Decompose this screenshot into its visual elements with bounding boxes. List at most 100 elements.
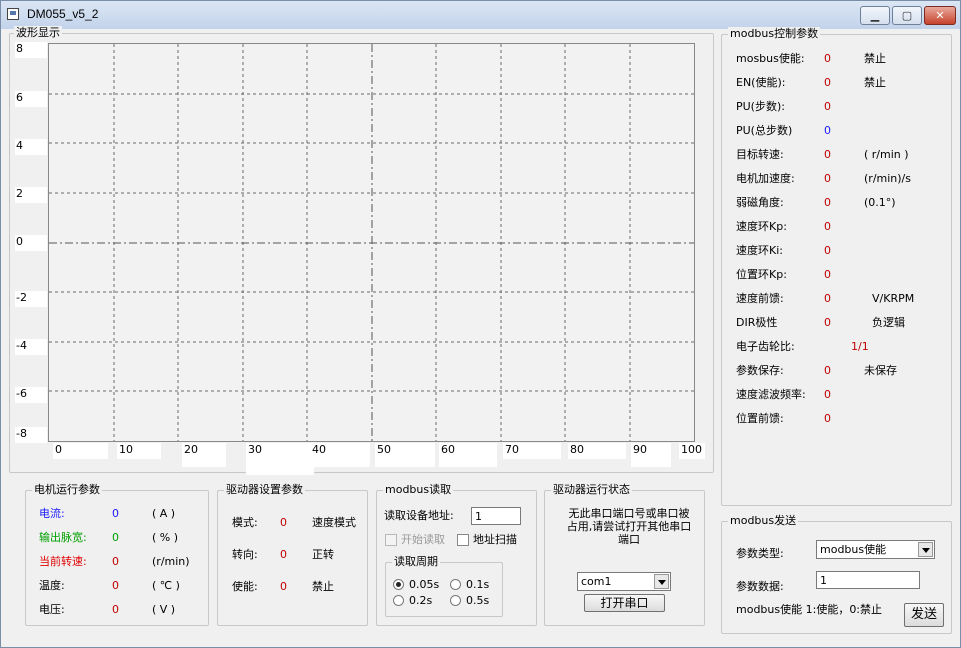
- param-label: DIR极性: [736, 316, 778, 329]
- param-unit: ( r/min ): [864, 148, 909, 161]
- param-value: 0: [824, 244, 831, 257]
- param-type-value: modbus使能: [820, 543, 887, 556]
- period-label: 0.5s: [466, 594, 490, 607]
- open-port-button[interactable]: 打开串口: [584, 594, 665, 612]
- param-value: 0: [824, 76, 831, 89]
- mode-label: 模式:: [232, 516, 258, 529]
- x-tick-label: 40: [310, 443, 370, 467]
- x-tick-label: 60: [439, 443, 497, 467]
- param-unit: 禁止: [864, 76, 886, 89]
- period-radio[interactable]: [450, 579, 461, 590]
- y-tick-label: 4: [15, 139, 47, 155]
- param-value: 0: [824, 364, 831, 377]
- param-label: 速度环Kp:: [736, 220, 787, 233]
- period-label: 0.2s: [409, 594, 433, 607]
- param-label: 位置环Kp:: [736, 268, 787, 281]
- y-tick-label: -2: [15, 291, 47, 307]
- address-scan-label: 地址扫描: [473, 533, 517, 546]
- voltage-label: 电压:: [39, 603, 65, 616]
- x-tick-label: 80: [568, 443, 626, 459]
- modbus-read-title: modbus读取: [383, 483, 454, 497]
- current-label: 电流:: [39, 507, 65, 520]
- x-tick-label: 50: [375, 443, 435, 467]
- x-tick-label: 0: [53, 443, 108, 459]
- title-bar[interactable]: DM055_v5_2 ▁ ▢ ✕: [1, 1, 960, 29]
- modbus-control-title: modbus控制参数: [728, 27, 821, 41]
- pulse-width-unit: ( % ): [152, 531, 179, 544]
- start-read-checkbox[interactable]: [385, 534, 397, 546]
- current-value: 0: [112, 507, 119, 520]
- param-value: 0: [824, 292, 831, 305]
- device-address-input[interactable]: [471, 507, 521, 525]
- param-label: 电子齿轮比:: [736, 340, 795, 353]
- period-radio[interactable]: [450, 595, 461, 606]
- enable-value: 0: [280, 580, 287, 593]
- enable-text: 禁止: [312, 580, 334, 593]
- driver-status-title: 驱动器运行状态: [551, 483, 632, 497]
- port-select[interactable]: com1: [577, 572, 671, 591]
- chevron-down-icon[interactable]: [654, 574, 669, 589]
- param-value: 0: [824, 52, 831, 65]
- param-value: 0: [824, 388, 831, 401]
- y-tick-label: 6: [15, 91, 47, 107]
- param-unit: 禁止: [864, 52, 886, 65]
- param-data-label: 参数数据:: [736, 580, 784, 593]
- temperature-unit: ( ℃ ): [152, 579, 180, 592]
- param-label: 位置前馈:: [736, 412, 784, 425]
- param-unit: V/KRPM: [872, 292, 915, 305]
- param-label: 速度环Ki:: [736, 244, 783, 257]
- close-button[interactable]: ✕: [924, 6, 956, 25]
- speed-value: 0: [112, 555, 119, 568]
- current-unit: ( A ): [152, 507, 176, 520]
- status-message: 端口: [618, 533, 640, 546]
- y-tick-label: -8: [15, 427, 47, 443]
- waveform-plot[interactable]: [48, 43, 695, 442]
- temperature-label: 温度:: [39, 579, 65, 592]
- y-tick-label: -6: [15, 387, 47, 403]
- device-address-label: 读取设备地址:: [384, 509, 454, 522]
- send-button[interactable]: 发送: [904, 603, 944, 627]
- param-unit: (0.1°): [864, 196, 896, 209]
- period-radio[interactable]: [393, 595, 404, 606]
- param-unit: 负逻辑: [872, 316, 905, 329]
- param-value: 0: [824, 268, 831, 281]
- period-label: 0.05s: [409, 578, 440, 591]
- param-value: 0: [824, 100, 831, 113]
- y-tick-label: 2: [15, 187, 47, 203]
- modbus-send-title: modbus发送: [728, 514, 799, 528]
- window-title: DM055_v5_2: [27, 7, 99, 21]
- param-label: mosbus使能:: [736, 52, 805, 65]
- plot-grid: [49, 44, 694, 441]
- param-value: 0: [824, 316, 831, 329]
- param-data-input[interactable]: [816, 571, 920, 589]
- enable-label: 使能:: [232, 580, 258, 593]
- x-tick-label: 30: [246, 443, 314, 475]
- param-label: PU(步数):: [736, 100, 785, 113]
- param-value: 0: [824, 172, 831, 185]
- x-tick-label: 90: [631, 443, 671, 467]
- address-scan-checkbox[interactable]: [457, 534, 469, 546]
- waveform-title: 波形显示: [14, 26, 62, 40]
- param-type-select[interactable]: modbus使能: [816, 540, 935, 559]
- x-tick-label: 10: [117, 443, 161, 459]
- y-tick-label: -4: [15, 339, 47, 355]
- speed-label: 当前转速:: [39, 555, 87, 568]
- pulse-width-value: 0: [112, 531, 119, 544]
- x-tick-label: 20: [182, 443, 226, 467]
- param-label: 参数保存:: [736, 364, 784, 377]
- x-tick-label: 100: [679, 443, 705, 459]
- period-radio[interactable]: [393, 579, 404, 590]
- pulse-width-label: 输出脉宽:: [39, 531, 87, 544]
- maximize-button[interactable]: ▢: [892, 6, 922, 25]
- mode-text: 速度模式: [312, 516, 356, 529]
- start-read-label: 开始读取: [401, 533, 445, 546]
- minimize-button[interactable]: ▁: [860, 6, 890, 25]
- mode-value: 0: [280, 516, 287, 529]
- param-label: EN(使能):: [736, 76, 786, 89]
- voltage-unit: ( V ): [152, 603, 176, 616]
- speed-unit: (r/min): [152, 555, 190, 568]
- chevron-down-icon[interactable]: [918, 542, 933, 557]
- status-message: 无此串口端口号或串口被: [568, 507, 690, 520]
- param-unit: (r/min)/s: [864, 172, 911, 185]
- param-value: 0: [824, 220, 831, 233]
